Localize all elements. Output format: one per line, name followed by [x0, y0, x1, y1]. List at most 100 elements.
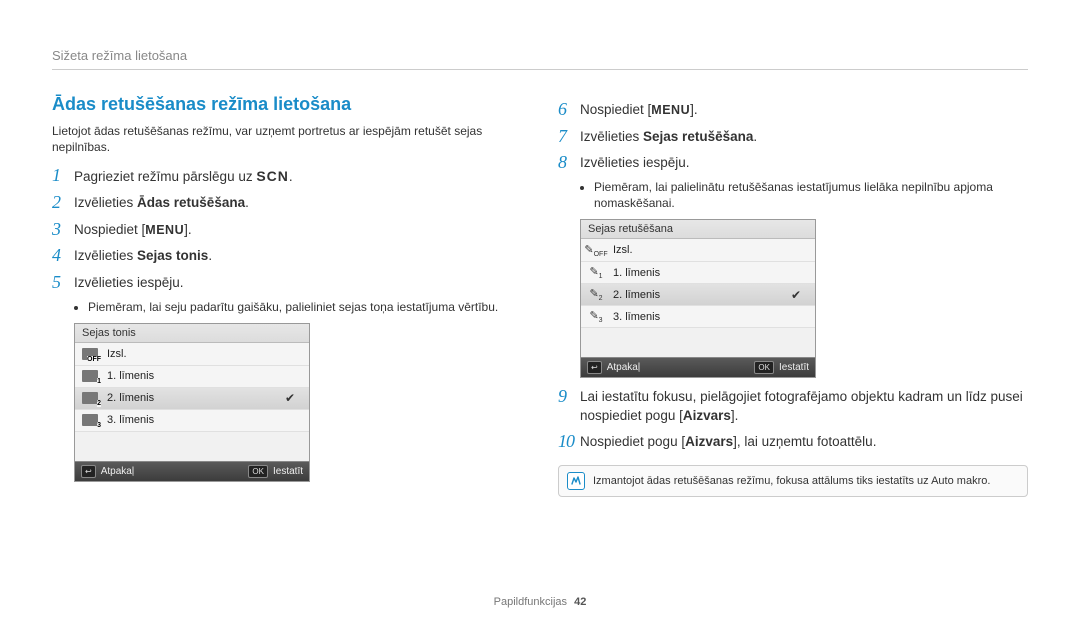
step-number: 4 — [52, 245, 74, 267]
step-text: Pagrieziet režīmu pārslēgu uz — [74, 169, 256, 184]
step-text: Izvēlieties — [580, 129, 643, 144]
step-number: 8 — [558, 152, 580, 174]
step-bold: Aizvars — [685, 434, 733, 449]
step-10: 10 Nospiediet pogu [Aizvars], lai uzņemt… — [558, 431, 1028, 453]
face-tone-level-icon: 3 — [81, 413, 99, 427]
panel-item-3[interactable]: ✎3 3. līmenis — [581, 305, 815, 327]
panel-item-off[interactable]: OFF Izsl. — [75, 343, 309, 365]
step-text: ]. — [184, 222, 192, 237]
panel-item-1[interactable]: 1 1. līmenis — [75, 365, 309, 387]
step-number: 1 — [52, 165, 74, 187]
sub-bullet: Piemēram, lai seju padarītu gaišāku, pal… — [88, 299, 522, 315]
intro-text: Lietojot ādas retušēšanas režīmu, var uz… — [52, 123, 522, 155]
step-text: Izvēlieties iespēju. — [74, 272, 184, 293]
step-number: 5 — [52, 272, 74, 294]
step-number: 6 — [558, 99, 580, 121]
step-2: 2 Izvēlieties Ādas retušēšana. — [52, 192, 522, 214]
step-number: 7 — [558, 126, 580, 148]
step-text: ]. — [690, 102, 698, 117]
set-button[interactable]: OK Iestatīt — [754, 361, 809, 374]
panel-item-label: 1. līmenis — [107, 370, 301, 382]
step-5: 5 Izvēlieties iespēju. — [52, 272, 522, 294]
menu-button-icon: MENU — [651, 103, 690, 117]
ok-key-icon: OK — [248, 465, 268, 478]
set-label: Iestatīt — [779, 362, 809, 373]
back-key-icon: ↩ — [587, 361, 602, 374]
panel-title: Sejas tonis — [75, 324, 309, 343]
step-6: 6 Nospiediet [MENU]. — [558, 99, 1028, 121]
face-retouch-panel: Sejas retušēšana ✎OFF Izsl. ✎1 1. līmeni… — [580, 219, 816, 378]
face-tone-level-icon: 2 — [81, 391, 99, 405]
left-column: Ādas retušēšanas režīma lietošana Lietoj… — [52, 94, 522, 497]
panel-item-label: 2. līmenis — [613, 289, 791, 301]
step-bold: Ādas retušēšana — [137, 195, 245, 210]
face-tone-level-icon: 1 — [81, 369, 99, 383]
set-button[interactable]: OK Iestatīt — [248, 465, 303, 478]
panel-title: Sejas retušēšana — [581, 220, 815, 239]
step-text: Nospiediet [ — [580, 102, 651, 117]
step-8: 8 Izvēlieties iespēju. — [558, 152, 1028, 174]
step-5-sub: Piemēram, lai seju padarītu gaišāku, pal… — [74, 299, 522, 315]
panel-footer: ↩ Atpakaļ OK Iestatīt — [581, 357, 815, 377]
note-text: Izmantojot ādas retušēšanas režīmu, foku… — [593, 472, 990, 488]
step-text: Izvēlieties — [74, 248, 137, 263]
step-text: Lai iestatītu fokusu, pielāgojiet fotogr… — [580, 389, 1023, 423]
face-tone-off-icon: OFF — [81, 347, 99, 361]
step-text: ]. — [731, 408, 739, 423]
retouch-level-icon: ✎2 — [587, 288, 605, 302]
panel-item-off[interactable]: ✎OFF Izsl. — [581, 239, 815, 261]
back-button[interactable]: ↩ Atpakaļ — [81, 465, 134, 478]
step-bold: Sejas retušēšana — [643, 129, 753, 144]
page-footer: Papildfunkcijas 42 — [0, 596, 1080, 608]
panel-item-label: 1. līmenis — [613, 267, 807, 279]
panel-item-3[interactable]: 3 3. līmenis — [75, 409, 309, 431]
step-3: 3 Nospiediet [MENU]. — [52, 219, 522, 241]
retouch-level-icon: ✎1 — [587, 266, 605, 280]
step-number: 2 — [52, 192, 74, 214]
divider — [52, 69, 1028, 70]
panel-item-label: 3. līmenis — [107, 414, 301, 426]
panel-item-1[interactable]: ✎1 1. līmenis — [581, 261, 815, 283]
step-bold: Sejas tonis — [137, 248, 208, 263]
retouch-off-icon: ✎OFF — [587, 243, 605, 257]
panel-item-label: 2. līmenis — [107, 392, 285, 404]
step-text: . — [208, 248, 212, 263]
page-number: 42 — [574, 596, 586, 608]
check-icon: ✔ — [791, 288, 801, 302]
step-8-sub: Piemēram, lai palielinātu retušēšanas ie… — [580, 179, 1028, 211]
check-icon: ✔ — [285, 391, 295, 405]
ok-key-icon: OK — [754, 361, 774, 374]
panel-footer: ↩ Atpakaļ OK Iestatīt — [75, 461, 309, 481]
step-number: 3 — [52, 219, 74, 241]
panel-item-2[interactable]: ✎2 2. līmenis ✔ — [581, 283, 815, 305]
sub-bullet: Piemēram, lai palielinātu retušēšanas ie… — [594, 179, 1028, 211]
note-box: Izmantojot ādas retušēšanas režīmu, foku… — [558, 465, 1028, 497]
note-icon — [567, 472, 585, 490]
panel-item-label: 3. līmenis — [613, 311, 807, 323]
step-7: 7 Izvēlieties Sejas retušēšana. — [558, 126, 1028, 148]
set-label: Iestatīt — [273, 466, 303, 477]
section-title: Ādas retušēšanas režīma lietošana — [52, 94, 522, 115]
step-4: 4 Izvēlieties Sejas tonis. — [52, 245, 522, 267]
footer-label: Papildfunkcijas — [494, 596, 567, 608]
step-text: Nospiediet pogu [ — [580, 434, 685, 449]
breadcrumb: Sižeta režīma lietošana — [52, 48, 1028, 63]
step-text: . — [289, 169, 293, 184]
step-text: ], lai uzņemtu fotoattēlu. — [733, 434, 876, 449]
mode-scn-icon: SCN — [256, 168, 289, 184]
menu-button-icon: MENU — [145, 223, 184, 237]
step-9: 9 Lai iestatītu fokusu, pielāgojiet foto… — [558, 386, 1028, 426]
back-button[interactable]: ↩ Atpakaļ — [587, 361, 640, 374]
step-text: . — [245, 195, 249, 210]
right-column: 6 Nospiediet [MENU]. 7 Izvēlieties Sejas… — [558, 94, 1028, 497]
panel-item-label: Izsl. — [107, 348, 301, 360]
back-label: Atpakaļ — [101, 466, 134, 477]
step-1: 1 Pagrieziet režīmu pārslēgu uz SCN. — [52, 165, 522, 187]
panel-item-2[interactable]: 2 2. līmenis ✔ — [75, 387, 309, 409]
back-label: Atpakaļ — [607, 362, 640, 373]
step-bold: Aizvars — [683, 408, 731, 423]
step-text: Izvēlieties — [74, 195, 137, 210]
step-number: 10 — [558, 431, 580, 453]
step-text: Nospiediet [ — [74, 222, 145, 237]
back-key-icon: ↩ — [81, 465, 96, 478]
